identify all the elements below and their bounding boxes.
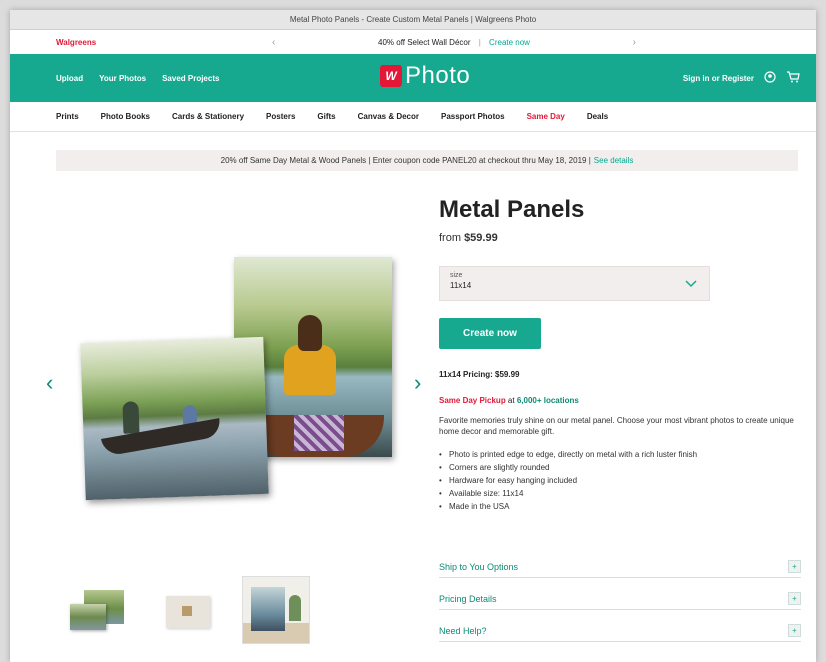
create-now-button[interactable]: Create now xyxy=(439,318,541,349)
walgreens-photo-logo[interactable]: W Photo xyxy=(380,62,470,90)
category-canvas-decor[interactable]: Canvas & Decor xyxy=(358,112,419,121)
pricing-line: 11x14 Pricing: $59.99 xyxy=(439,370,520,379)
accordion-pricing-details[interactable]: Pricing Details + xyxy=(439,588,801,610)
window-title: Metal Photo Panels - Create Custom Metal… xyxy=(289,15,537,24)
feature-item: Hardware for easy hanging included xyxy=(439,474,809,487)
expand-icon: + xyxy=(788,560,801,573)
user-icon[interactable] xyxy=(764,70,776,86)
price-from-value: $59.99 xyxy=(464,232,498,244)
accordion-help-label: Need Help? xyxy=(439,625,487,636)
feature-item: Photo is printed edge to edge, directly … xyxy=(439,448,809,461)
promo-carousel: ‹ 40% off Select Wall Décor | Create now… xyxy=(272,37,636,48)
same-day-pickup: Same Day Pickup at 6,000+ locations xyxy=(439,396,579,405)
size-select-label: size xyxy=(450,272,463,279)
price-from: from $59.99 xyxy=(439,232,498,244)
pickup-label: Same Day Pickup xyxy=(439,396,506,405)
size-select-value: 11x14 xyxy=(450,281,472,290)
photo-logo-word: Photo xyxy=(405,62,471,89)
main-nav: Upload Your Photos Saved Projects W Phot… xyxy=(10,54,816,102)
sign-in-link[interactable]: Sign in or Register xyxy=(683,74,754,83)
category-cards-stationery[interactable]: Cards & Stationery xyxy=(172,112,244,121)
price-from-label: from xyxy=(439,232,461,244)
window-titlebar: Metal Photo Panels - Create Custom Metal… xyxy=(10,10,816,30)
expand-icon: + xyxy=(788,624,801,637)
promo-create-link[interactable]: Create now xyxy=(489,38,530,47)
category-deals[interactable]: Deals xyxy=(587,112,608,121)
feature-item: Corners are slightly rounded xyxy=(439,461,809,474)
main-nav-links: Upload Your Photos Saved Projects xyxy=(56,74,219,83)
promo-separator: | xyxy=(478,37,481,47)
coupon-banner-text: 20% off Same Day Metal & Wood Panels | E… xyxy=(220,156,591,165)
carousel-next-icon[interactable]: › xyxy=(414,370,421,396)
promo-prev-arrow-icon[interactable]: ‹ xyxy=(272,37,275,48)
pickup-locations-link[interactable]: 6,000+ locations xyxy=(517,396,579,405)
thumbnail-room-scene[interactable] xyxy=(242,576,310,644)
product-description: Favorite memories truly shine on our met… xyxy=(439,416,794,436)
walgreens-logo-mark: W xyxy=(380,65,402,87)
pickup-connector: at xyxy=(505,396,517,405)
product-features: Photo is printed edge to edge, directly … xyxy=(439,448,809,513)
category-nav: Prints Photo Books Cards & Stationery Po… xyxy=(10,102,816,132)
product-image-canoe-family xyxy=(80,336,269,501)
accordion-pricing-label: Pricing Details xyxy=(439,593,497,604)
size-select[interactable]: size 11x14 xyxy=(439,266,710,301)
nav-your-photos[interactable]: Your Photos xyxy=(99,74,146,83)
feature-item: Made in the USA xyxy=(439,500,809,513)
category-photo-books[interactable]: Photo Books xyxy=(101,112,150,121)
nav-upload[interactable]: Upload xyxy=(56,74,83,83)
thumbnail-panels[interactable] xyxy=(70,590,128,630)
product-title: Metal Panels xyxy=(439,196,585,223)
nav-saved-projects[interactable]: Saved Projects xyxy=(162,74,219,83)
accordion-need-help[interactable]: Need Help? + xyxy=(439,620,801,642)
coupon-banner: 20% off Same Day Metal & Wood Panels | E… xyxy=(56,150,798,171)
promo-next-arrow-icon[interactable]: › xyxy=(633,37,636,48)
see-details-link[interactable]: See details xyxy=(594,156,634,165)
cart-icon[interactable] xyxy=(786,70,800,86)
category-prints[interactable]: Prints xyxy=(56,112,79,121)
promo-message: 40% off Select Wall Décor | Create now xyxy=(378,38,530,47)
category-same-day[interactable]: Same Day xyxy=(527,112,565,121)
category-passport-photos[interactable]: Passport Photos xyxy=(441,112,505,121)
accordion-ship-to-you[interactable]: Ship to You Options + xyxy=(439,556,801,578)
promo-text: 40% off Select Wall Décor xyxy=(378,37,471,47)
thumbnail-panel-back[interactable] xyxy=(166,596,210,628)
feature-item: Available size: 11x14 xyxy=(439,487,809,500)
carousel-prev-icon[interactable]: ‹ xyxy=(46,370,53,396)
category-gifts[interactable]: Gifts xyxy=(317,112,335,121)
promo-strip: Walgreens ‹ 40% off Select Wall Décor | … xyxy=(10,30,816,54)
chevron-down-icon xyxy=(685,277,697,291)
browser-window: Metal Photo Panels - Create Custom Metal… xyxy=(10,10,816,662)
expand-icon: + xyxy=(788,592,801,605)
category-posters[interactable]: Posters xyxy=(266,112,295,121)
accordion-ship-label: Ship to You Options xyxy=(439,561,519,572)
account-area: Sign in or Register xyxy=(683,70,800,86)
walgreens-link[interactable]: Walgreens xyxy=(56,38,96,47)
